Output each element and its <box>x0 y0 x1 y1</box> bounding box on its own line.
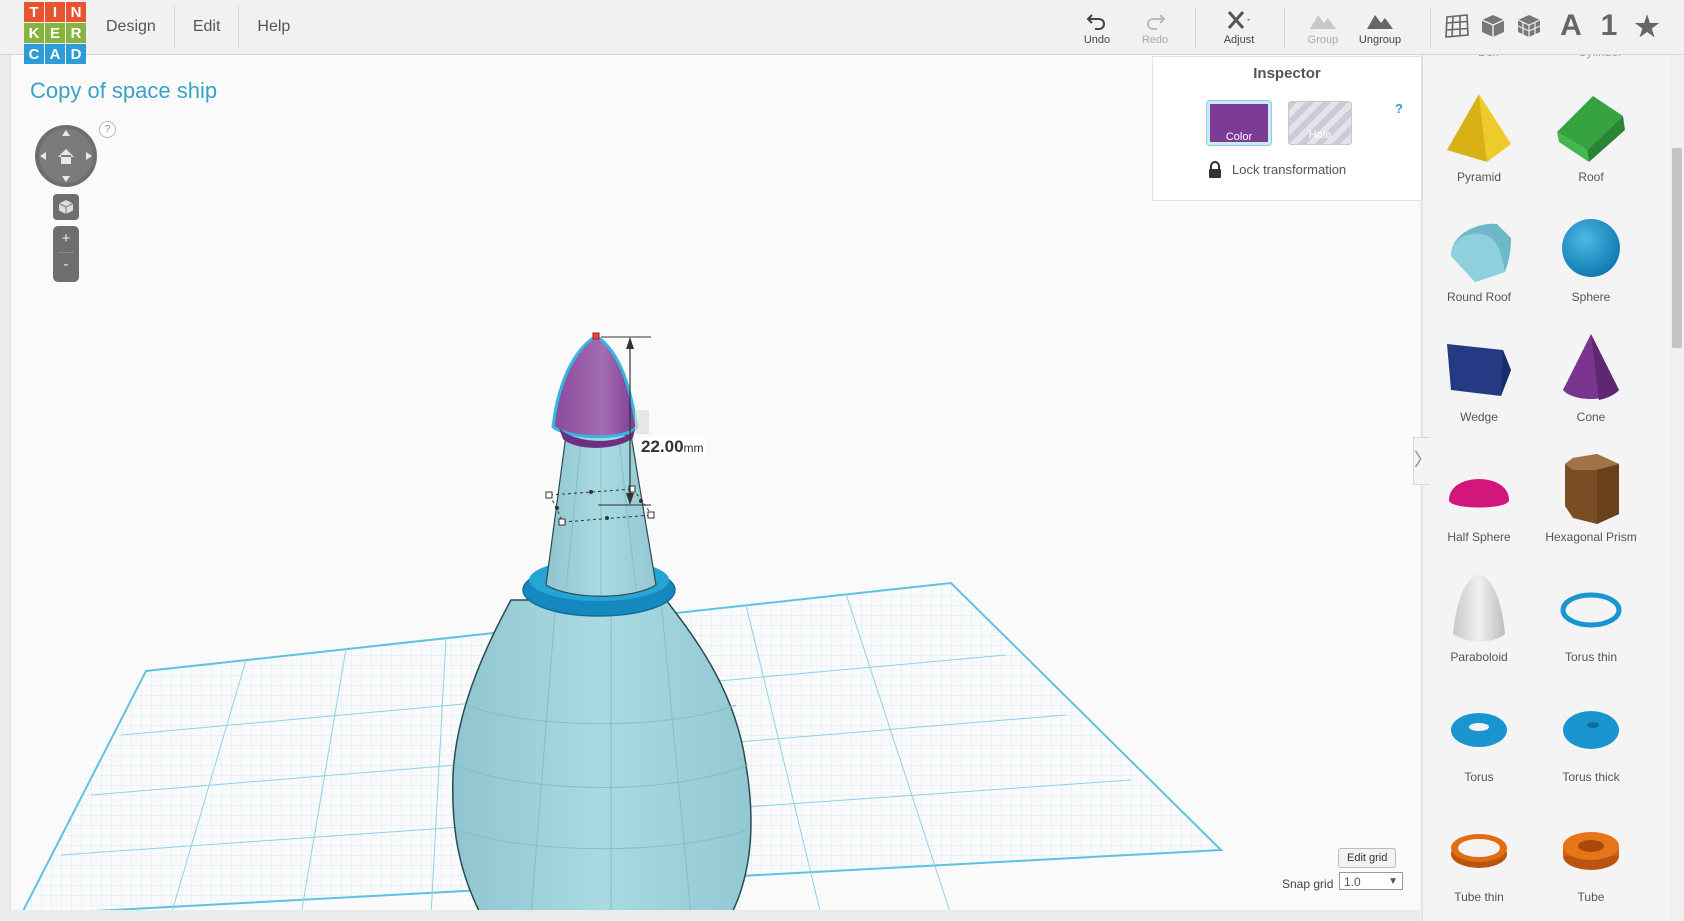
text-tool-icon[interactable]: A <box>1556 9 1586 42</box>
dimension-label[interactable]: 22.00mm <box>639 437 706 457</box>
roof-icon <box>1557 96 1625 162</box>
shape-tube[interactable]: Tube <box>1535 810 1647 920</box>
lock-label: Lock transformation <box>1232 162 1347 177</box>
logo-letter: D <box>66 44 86 64</box>
box-view-icon[interactable] <box>1478 10 1508 42</box>
height-handle <box>592 332 600 340</box>
hole-button[interactable]: Hole <box>1288 101 1352 145</box>
torus-thin-icon <box>1560 592 1622 628</box>
shape-roof[interactable]: Roof <box>1535 90 1647 200</box>
color-button[interactable]: Color <box>1206 100 1272 146</box>
wedge-icon <box>1447 344 1511 396</box>
zoom-control: + - <box>53 226 79 282</box>
lock-icon <box>1209 161 1221 178</box>
tinkercad-logo[interactable]: TIN KER CAD <box>24 2 86 64</box>
shape-tube-thin[interactable]: Tube thin <box>1423 810 1535 920</box>
navigation-help-button[interactable]: ? <box>99 121 116 138</box>
logo-letter: T <box>24 2 44 22</box>
toolbar-divider <box>1284 8 1285 48</box>
pyramid-icon <box>1447 94 1511 162</box>
logo-letter: A <box>45 44 65 64</box>
shape-pyramid[interactable]: Pyramid <box>1423 90 1535 200</box>
torus-icon <box>1451 713 1507 747</box>
partial-label: Box <box>1478 55 1499 59</box>
scrollbar-thumb[interactable] <box>1672 148 1682 348</box>
wireframe-view-icon[interactable] <box>1514 10 1544 42</box>
partial-label: Cylinder <box>1578 55 1622 59</box>
collapse-panel-button[interactable]: 〉 <box>1413 437 1432 485</box>
edit-grid-button[interactable]: Edit grid <box>1338 848 1397 868</box>
shape-round-roof[interactable]: Round Roof <box>1423 210 1535 320</box>
inspector-help-button[interactable]: ? <box>1395 101 1403 116</box>
group-label: Group <box>1307 34 1339 46</box>
grid-view-icon[interactable] <box>1442 10 1472 42</box>
shape-cone[interactable]: Cone <box>1535 330 1647 440</box>
paraboloid-icon <box>1453 574 1505 642</box>
sphere-icon <box>1562 219 1620 277</box>
inspector-panel: Inspector Color Hole ? Lock transformati… <box>1152 56 1422 201</box>
menu-design[interactable]: Design <box>88 5 175 49</box>
undo-button[interactable]: Undo <box>1067 8 1127 46</box>
shapes-panel: Box Cylinder Pyramid Roof Round Roof Sph… <box>1422 55 1671 921</box>
logo-letter: C <box>24 44 44 64</box>
ungroup-icon <box>1350 8 1410 34</box>
home-view-cube-icon[interactable] <box>53 194 79 220</box>
undo-label: Undo <box>1083 34 1111 46</box>
tube-thin-icon <box>1451 834 1507 868</box>
menu-help[interactable]: Help <box>239 5 308 49</box>
half-sphere-icon <box>1449 479 1509 508</box>
star-icon[interactable]: ★ <box>1632 10 1662 42</box>
tube-icon <box>1563 832 1619 870</box>
toolbar-divider <box>1195 8 1196 48</box>
shape-hexagonal-prism[interactable]: Hexagonal Prism <box>1535 450 1647 560</box>
snap-grid-label: Snap grid <box>1282 877 1334 891</box>
redo-label: Redo <box>1141 34 1169 46</box>
top-bar: TINKERCAD Design Edit Help Undo Redo Adj… <box>0 0 1684 64</box>
shape-half-sphere[interactable]: Half Sphere <box>1423 450 1535 560</box>
logo-letter: N <box>66 2 86 22</box>
inspector-title: Inspector <box>1253 65 1321 82</box>
logo-letter: K <box>24 23 44 43</box>
shape-paraboloid[interactable]: Paraboloid <box>1423 570 1535 680</box>
view-navigation: + - <box>34 124 98 282</box>
shape-torus[interactable]: Torus <box>1423 690 1535 800</box>
purple-nose-cone <box>551 334 639 439</box>
ungroup-button[interactable]: Ungroup <box>1350 8 1410 46</box>
dropdown-arrow-icon: ▼ <box>1388 876 1398 887</box>
torus-thick-icon <box>1563 711 1619 749</box>
toolbar-divider <box>1430 8 1431 48</box>
number-tool-icon[interactable]: 1 <box>1594 9 1624 42</box>
shape-torus-thick[interactable]: Torus thick <box>1535 690 1647 800</box>
adjust-label: Adjust <box>1223 34 1255 46</box>
group-button[interactable]: Group <box>1293 8 1353 46</box>
redo-icon <box>1125 8 1185 34</box>
snap-grid-select[interactable]: 1.0 ▼ <box>1339 872 1403 890</box>
zoom-out-button[interactable]: - <box>53 253 79 279</box>
panel-scrollbar[interactable] <box>1670 55 1684 921</box>
logo-letter: R <box>66 23 86 43</box>
menu-edit[interactable]: Edit <box>175 5 240 49</box>
adjust-button[interactable]: Adjust <box>1209 8 1269 46</box>
undo-icon <box>1067 8 1127 34</box>
round-roof-icon <box>1451 223 1511 282</box>
project-title[interactable]: Copy of space ship <box>30 78 217 104</box>
cone-icon <box>1563 334 1619 400</box>
orbit-control[interactable] <box>34 124 98 188</box>
logo-letter: I <box>45 2 65 22</box>
shape-wedge[interactable]: Wedge <box>1423 330 1535 440</box>
shape-sphere[interactable]: Sphere <box>1535 210 1647 320</box>
adjust-icon <box>1209 8 1269 34</box>
hexagonal-prism-icon <box>1565 454 1619 524</box>
main-menu: Design Edit Help <box>88 0 308 54</box>
lock-transformation-toggle[interactable]: Lock transformation <box>1208 161 1346 178</box>
redo-button[interactable]: Redo <box>1125 8 1185 46</box>
ungroup-label: Ungroup <box>1358 34 1402 46</box>
group-icon <box>1293 8 1353 34</box>
shape-torus-thin[interactable]: Torus thin <box>1535 570 1647 680</box>
zoom-in-button[interactable]: + <box>53 226 79 252</box>
logo-letter: E <box>45 23 65 43</box>
